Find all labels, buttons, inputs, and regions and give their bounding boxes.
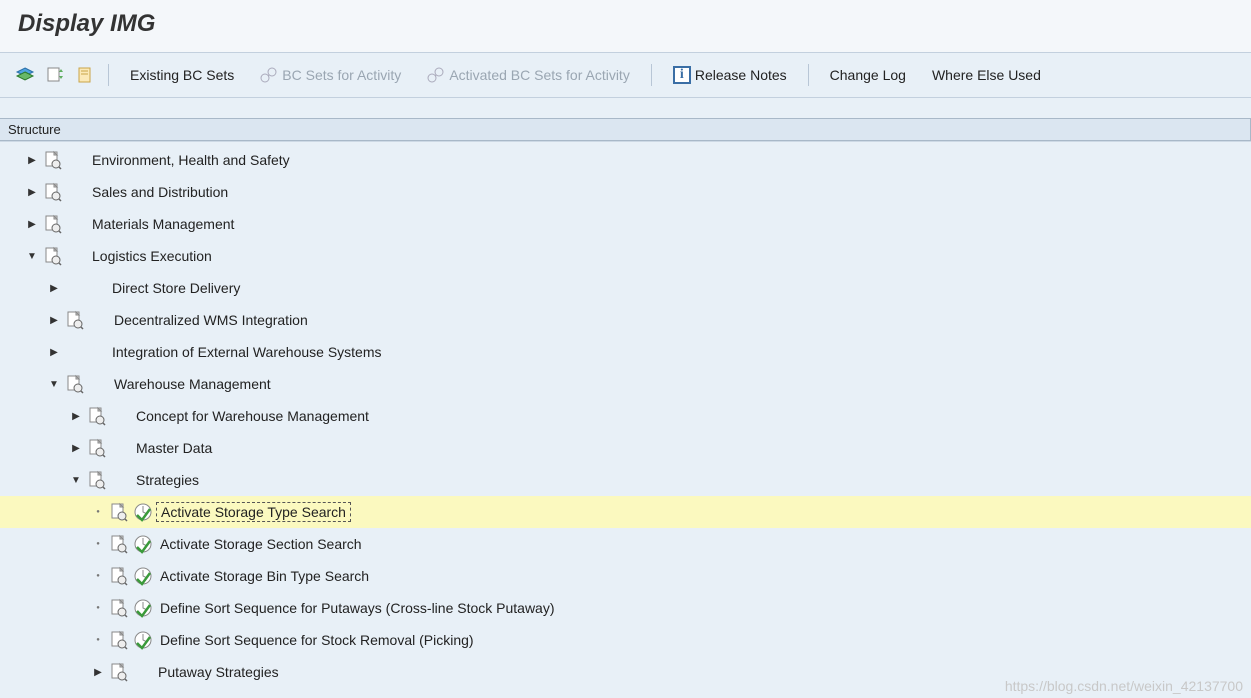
tree-node-concept[interactable]: ▶ Concept for Warehouse Management (0, 400, 1251, 432)
doc-magnify-icon[interactable] (86, 405, 108, 427)
execute-icon[interactable] (132, 501, 154, 523)
doc-magnify-icon[interactable] (42, 181, 64, 203)
tree-node-strategies[interactable]: ▼ Strategies (0, 464, 1251, 496)
tree-activity-storage-section[interactable]: ● Activate Storage Section Search (0, 528, 1251, 560)
doc-magnify-icon[interactable] (108, 629, 130, 651)
toolbar: Existing BC Sets BC Sets for Activity Ac… (0, 53, 1251, 98)
expand-icon[interactable]: ▶ (68, 440, 84, 456)
expand-icon[interactable]: ▶ (68, 408, 84, 424)
expand-all-icon[interactable] (12, 63, 38, 87)
leaf-dot-icon: ● (90, 568, 106, 584)
tree-activity-storage-bin[interactable]: ● Activate Storage Bin Type Search (0, 560, 1251, 592)
activated-bc-sets-label: Activated BC Sets for Activity (449, 67, 630, 83)
existing-bc-sets-button[interactable]: Existing BC Sets (119, 62, 245, 88)
info-icon: i (673, 66, 691, 84)
doc-magnify-icon[interactable] (108, 565, 130, 587)
tree-node-putaway-strategies[interactable]: ▶ Putaway Strategies (0, 656, 1251, 688)
toolbar-separator (108, 64, 109, 86)
expand-icon[interactable]: ▶ (46, 312, 62, 328)
execute-icon[interactable] (132, 533, 154, 555)
tree-node-masterdata[interactable]: ▶ Master Data (0, 432, 1251, 464)
release-notes-label: Release Notes (695, 67, 787, 83)
execute-icon[interactable] (132, 629, 154, 651)
import-icon[interactable] (42, 63, 68, 87)
tree-activity-storage-type[interactable]: ● Activate Storage Type Search (0, 496, 1251, 528)
tree-label[interactable]: Activate Storage Bin Type Search (156, 567, 373, 585)
tree-label[interactable]: Strategies (132, 471, 203, 489)
tree-label[interactable]: Logistics Execution (88, 247, 216, 265)
expand-icon[interactable]: ▶ (24, 152, 40, 168)
where-else-used-button[interactable]: Where Else Used (921, 62, 1052, 88)
tree-label[interactable]: Integration of External Warehouse System… (108, 343, 386, 361)
doc-magnify-icon[interactable] (64, 373, 86, 395)
tree-label[interactable]: Warehouse Management (110, 375, 275, 393)
doc-magnify-icon[interactable] (42, 149, 64, 171)
activated-bc-sets-button[interactable]: Activated BC Sets for Activity (416, 62, 641, 88)
tree-label[interactable]: Define Sort Sequence for Stock Removal (… (156, 631, 478, 649)
collapse-icon[interactable]: ▼ (68, 472, 84, 488)
toolbar-separator (651, 64, 652, 86)
collapse-icon[interactable]: ▼ (46, 376, 62, 392)
doc-magnify-icon[interactable] (108, 597, 130, 619)
tree-node-dsd[interactable]: ▶ Direct Store Delivery (0, 272, 1251, 304)
tree-label[interactable]: Putaway Strategies (154, 663, 283, 681)
tree-label[interactable]: Decentralized WMS Integration (110, 311, 312, 329)
doc-magnify-icon[interactable] (42, 213, 64, 235)
tree-label[interactable]: Environment, Health and Safety (88, 151, 294, 169)
structure-header: Structure (0, 118, 1251, 141)
leaf-dot-icon: ● (90, 504, 106, 520)
execute-icon[interactable] (132, 597, 154, 619)
expand-icon[interactable]: ▶ (24, 184, 40, 200)
tree-node-mm[interactable]: ▶ Materials Management (0, 208, 1251, 240)
leaf-dot-icon: ● (90, 600, 106, 616)
change-log-button[interactable]: Change Log (819, 62, 917, 88)
expand-icon[interactable]: ▶ (46, 344, 62, 360)
toolbar-separator (808, 64, 809, 86)
tree-node-wm[interactable]: ▼ Warehouse Management (0, 368, 1251, 400)
tree-label-selected[interactable]: Activate Storage Type Search (156, 502, 351, 522)
tree-activity-sort-putaway[interactable]: ● Define Sort Sequence for Putaways (Cro… (0, 592, 1251, 624)
tree-node-wms[interactable]: ▶ Decentralized WMS Integration (0, 304, 1251, 336)
doc-magnify-icon[interactable] (86, 469, 108, 491)
tree-label[interactable]: Master Data (132, 439, 216, 457)
tree-node-ehs[interactable]: ▶ Environment, Health and Safety (0, 144, 1251, 176)
doc-magnify-icon[interactable] (64, 309, 86, 331)
tree-node-le[interactable]: ▼ Logistics Execution (0, 240, 1251, 272)
tree-label[interactable]: Concept for Warehouse Management (132, 407, 373, 425)
doc-magnify-icon[interactable] (86, 437, 108, 459)
tree-label[interactable]: Direct Store Delivery (108, 279, 244, 297)
leaf-dot-icon: ● (90, 632, 106, 648)
tree-label[interactable]: Sales and Distribution (88, 183, 232, 201)
execute-icon[interactable] (132, 565, 154, 587)
tree-label[interactable]: Materials Management (88, 215, 238, 233)
tree-node-extwh[interactable]: ▶ Integration of External Warehouse Syst… (0, 336, 1251, 368)
title-bar: Display IMG (0, 0, 1251, 53)
bc-sets-activity-label: BC Sets for Activity (282, 67, 401, 83)
tree-node-sd[interactable]: ▶ Sales and Distribution (0, 176, 1251, 208)
doc-magnify-icon[interactable] (108, 533, 130, 555)
expand-icon[interactable]: ▶ (24, 216, 40, 232)
tree-label[interactable]: Activate Storage Section Search (156, 535, 366, 553)
expand-icon[interactable]: ▶ (46, 280, 62, 296)
tree-activity-sort-removal[interactable]: ● Define Sort Sequence for Stock Removal… (0, 624, 1251, 656)
collapse-icon[interactable]: ▼ (24, 248, 40, 264)
release-notes-button[interactable]: i Release Notes (662, 61, 798, 89)
tree: ▶ Environment, Health and Safety ▶ Sales… (0, 141, 1251, 688)
doc-magnify-icon[interactable] (42, 245, 64, 267)
leaf-dot-icon: ● (90, 536, 106, 552)
doc-magnify-icon[interactable] (108, 501, 130, 523)
tree-label[interactable]: Define Sort Sequence for Putaways (Cross… (156, 599, 559, 617)
page-title: Display IMG (18, 10, 155, 37)
doc-magnify-icon[interactable] (108, 661, 130, 683)
expand-icon[interactable]: ▶ (90, 664, 106, 680)
bc-sets-activity-button[interactable]: BC Sets for Activity (249, 62, 412, 88)
document-icon[interactable] (72, 63, 98, 87)
